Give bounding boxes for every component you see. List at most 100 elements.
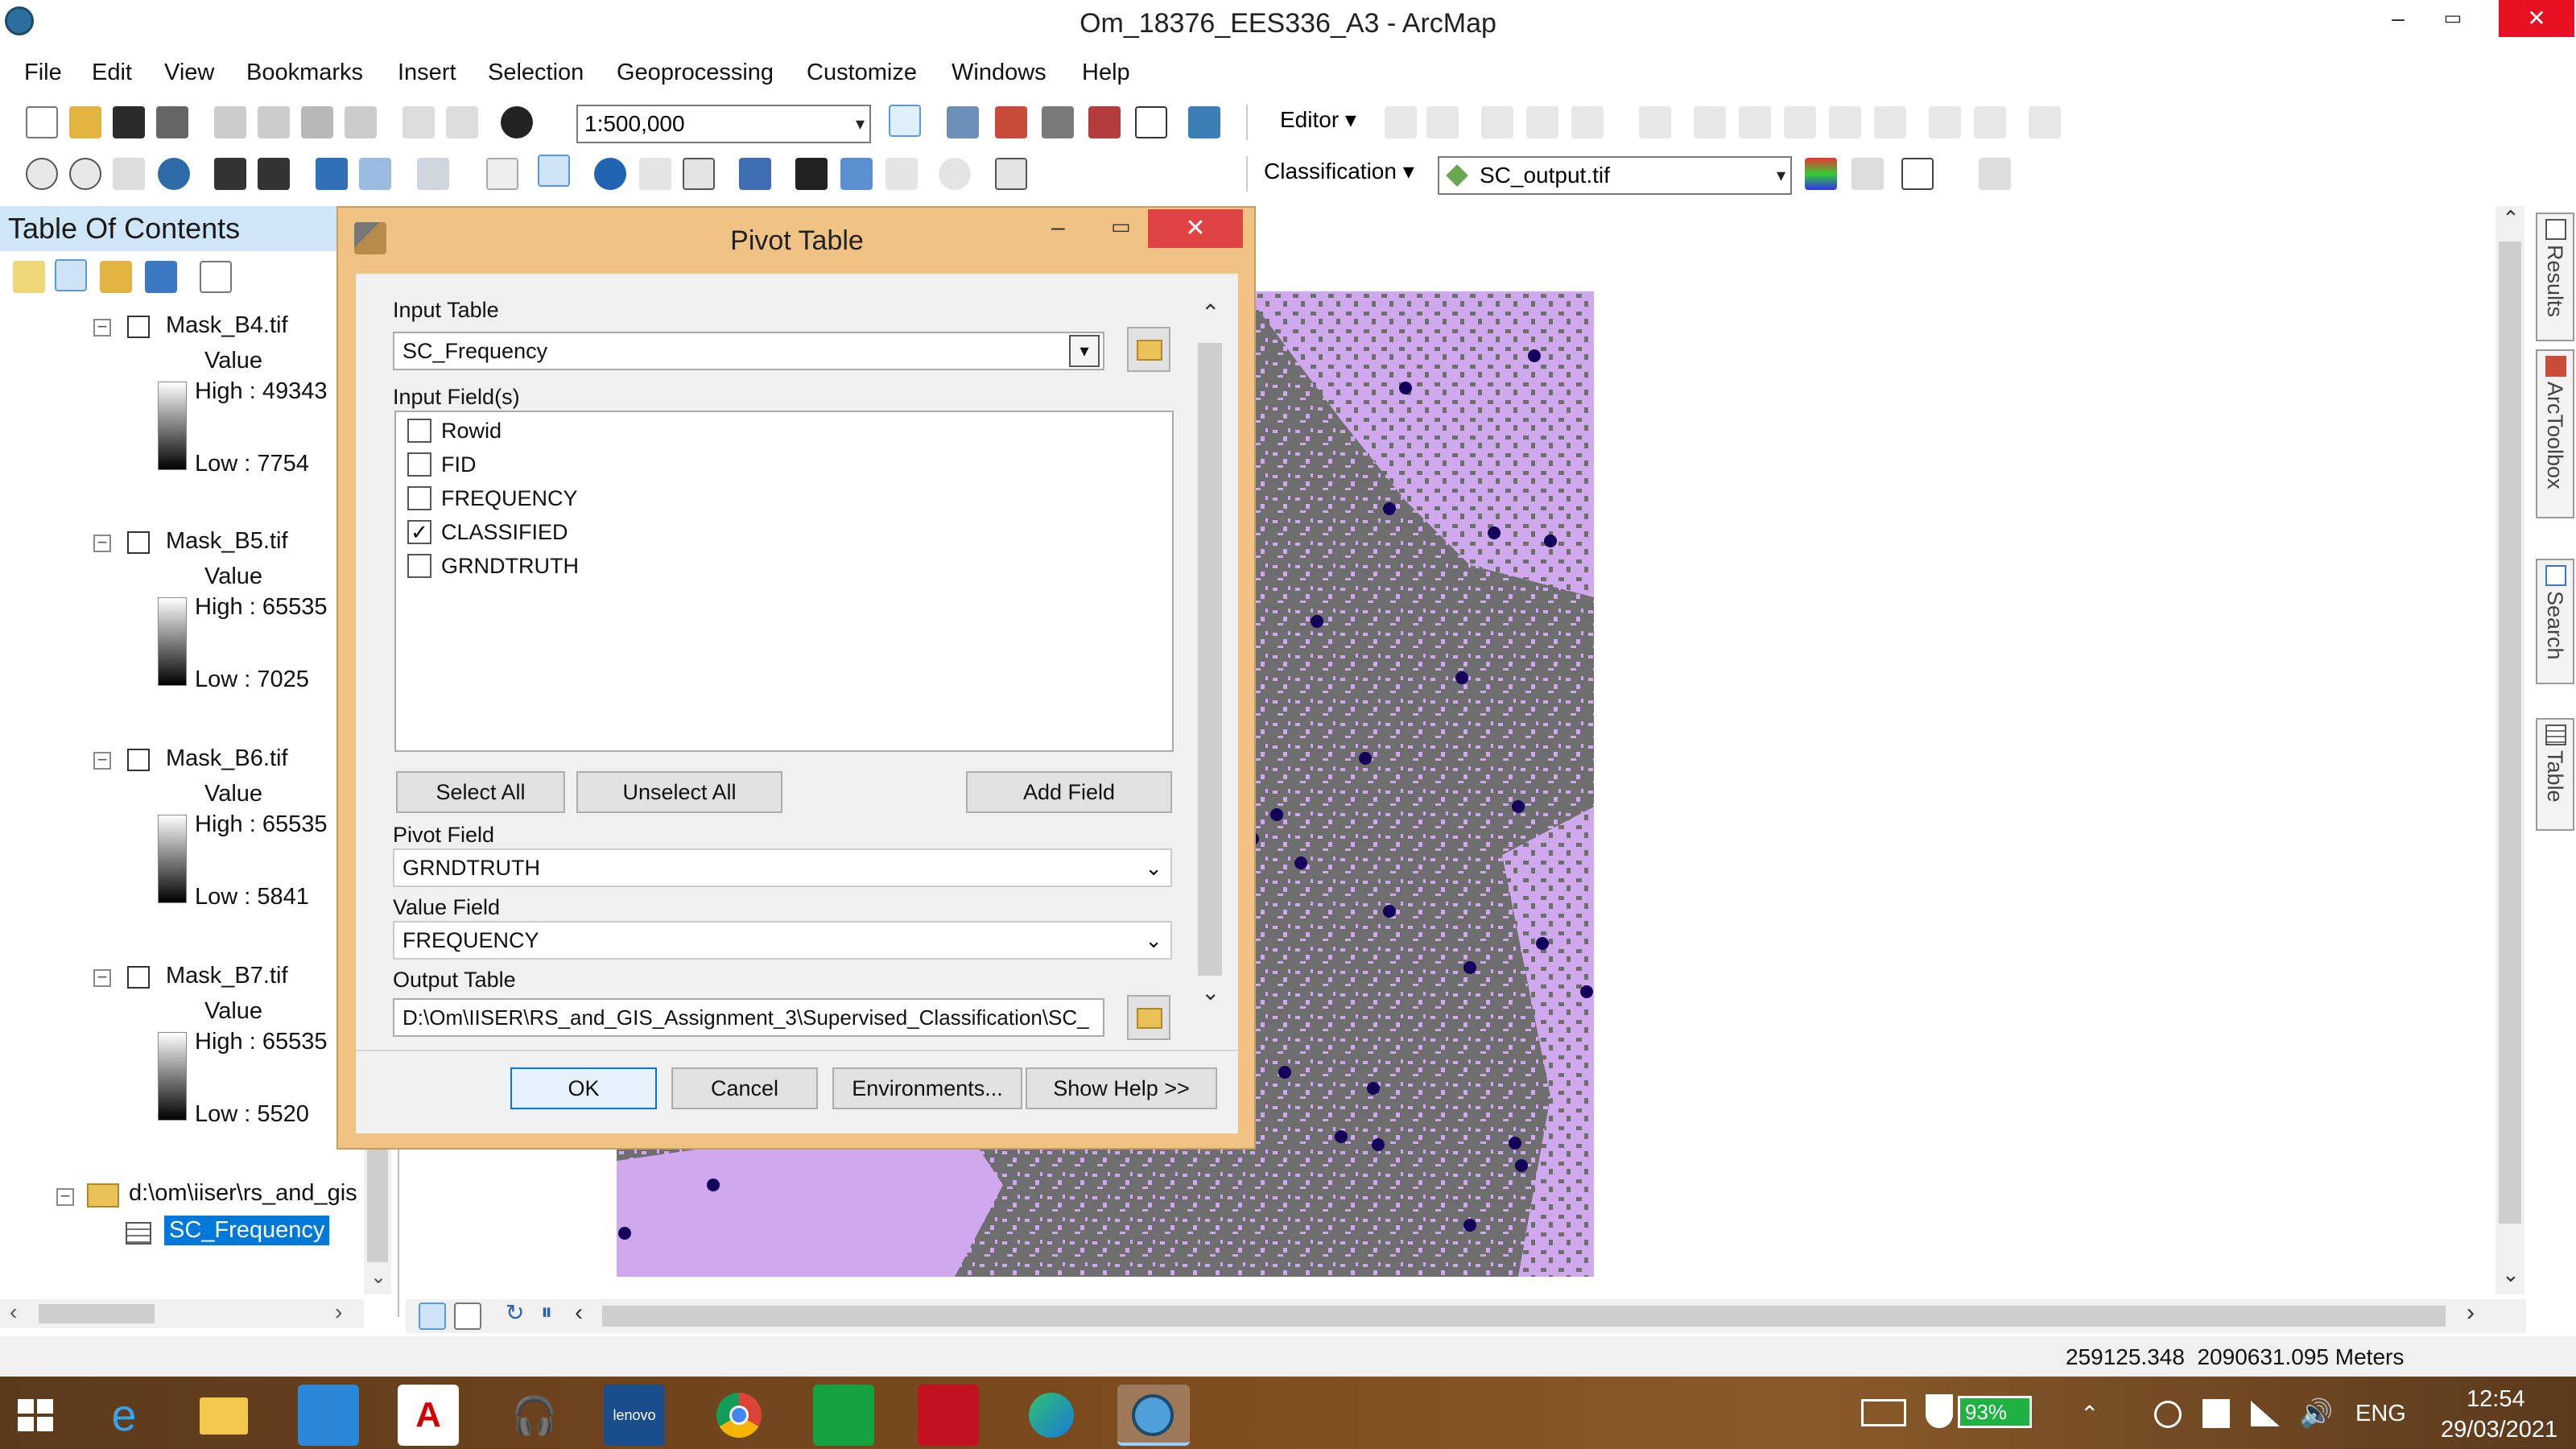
chevron-up-icon[interactable]: ⌃ [1201,299,1220,326]
wifi-signal-icon[interactable] [2251,1401,2280,1426]
toc-horizontal-scrollbar[interactable]: ‹ › [0,1299,364,1328]
zoom-in-icon[interactable] [26,158,58,190]
rotate-icon[interactable] [1874,106,1906,138]
time-slider-icon[interactable] [939,158,971,190]
layer-name[interactable]: Mask_B5.tif [166,528,288,555]
dialog-minimize-button[interactable]: – [1051,214,1065,242]
clock-time[interactable]: 12:54 [2467,1386,2525,1413]
menu-bookmarks[interactable]: Bookmarks [246,53,363,92]
pivot-field-select[interactable]: GRNDTRUTH ⌄ [393,848,1172,887]
list-by-drawing-order-icon[interactable] [13,261,45,293]
field-checkbox-rowid[interactable] [407,419,431,443]
list-by-visibility-icon[interactable] [100,261,132,293]
sketch-tool-icon[interactable] [1188,106,1220,138]
chevron-left-icon[interactable]: ‹ [575,1299,583,1327]
map-vscroll-thumb[interactable] [2499,242,2521,1224]
training-sample-manager-icon[interactable] [1805,158,1837,190]
chevron-left-icon[interactable]: ‹ [10,1299,17,1325]
results-tab[interactable]: Results [2536,213,2574,341]
pan-icon[interactable] [113,158,145,190]
clear-selection-icon[interactable] [486,158,518,190]
3d-viewer-icon[interactable] [918,1385,979,1446]
layout-page-icon[interactable] [454,1302,481,1330]
map-hscroll-thumb[interactable] [602,1306,2446,1327]
table-tab[interactable]: Table [2536,718,2574,831]
chevron-right-icon[interactable]: › [2467,1299,2475,1327]
model-builder-icon[interactable] [1088,106,1121,138]
chevron-right-icon[interactable]: › [335,1299,342,1325]
speaker-icon[interactable]: 🔊 [2299,1397,2333,1430]
list-by-source-icon[interactable] [55,259,87,291]
go-to-xy-icon[interactable] [886,158,918,190]
create-viewer-window-icon[interactable] [995,158,1027,190]
edge-icon[interactable] [1021,1385,1082,1446]
restore-button[interactable]: ▭ [2415,0,2491,37]
lenovo-icon[interactable]: lenovo [604,1385,665,1446]
attributes-icon[interactable] [1929,106,1961,138]
find-route-icon[interactable] [840,158,873,190]
menu-file[interactable]: File [24,53,62,92]
point-icon[interactable] [1639,106,1671,138]
edit-vertices-icon[interactable] [1694,106,1726,138]
layer-visibility-checkbox[interactable] [127,316,150,338]
paste-icon[interactable] [301,106,333,138]
open-folder-icon[interactable] [69,106,101,138]
full-extent-icon[interactable] [158,158,190,190]
refresh-icon[interactable]: ↻ [506,1299,524,1326]
cut-polygons-icon[interactable] [1784,106,1816,138]
collapse-icon[interactable]: − [93,534,111,552]
chevron-down-icon[interactable]: ⌄ [2502,1262,2520,1287]
layer-visibility-checkbox[interactable] [127,966,150,989]
windows-start-icon[interactable] [5,1385,66,1446]
hyperlink-icon[interactable] [639,158,671,190]
split-icon[interactable] [1829,106,1861,138]
options-icon[interactable] [200,261,232,293]
field-checkbox-frequency[interactable] [407,486,431,510]
environments-button[interactable]: Environments... [832,1067,1022,1109]
dialog-scroll-thumb[interactable] [1198,343,1222,976]
input-language[interactable]: ENG [2355,1401,2406,1427]
workspace-folder[interactable]: d:\om\iiser\rs_and_gis [129,1180,357,1207]
fixed-zoom-out-icon[interactable] [258,158,290,190]
table-item-sc-frequency[interactable]: SC_Frequency [164,1216,330,1245]
classification-layer-select[interactable]: SC_output.tif ▾ [1438,156,1792,195]
classification-menu[interactable]: Classification ▾ [1264,158,1414,184]
ok-button[interactable]: OK [510,1067,657,1109]
new-document-icon[interactable] [26,106,58,138]
chevron-down-icon[interactable]: ⌄ [370,1265,386,1289]
browse-folder-icon[interactable] [1127,327,1170,372]
delete-icon[interactable] [345,106,377,138]
vpn-icon[interactable] [2154,1401,2182,1428]
layer-name[interactable]: Mask_B7.tif [166,963,288,989]
clear-training-icon[interactable] [1979,158,2011,190]
add-field-button[interactable]: Add Field [966,771,1172,813]
identify-icon[interactable] [594,158,626,190]
straight-segment-icon[interactable] [1481,106,1513,138]
menu-geoprocessing[interactable]: Geoprocessing [617,53,774,92]
editor-toolbar-icon[interactable] [889,105,921,137]
endpoint-arc-icon[interactable] [1526,106,1558,138]
layer-name[interactable]: Mask_B4.tif [166,312,288,339]
arctoolbox-tab[interactable]: ArcToolbox [2536,349,2574,518]
arctoolbox-icon[interactable] [995,106,1027,138]
editor-menu[interactable]: Editor ▾ [1280,106,1356,133]
headphones-icon[interactable]: 🎧 [504,1385,565,1446]
create-features-icon[interactable] [2029,106,2061,138]
layer-visibility-checkbox[interactable] [127,531,150,554]
mail-icon[interactable] [298,1385,359,1446]
chrome-icon[interactable] [708,1385,770,1446]
map-scale-select[interactable]: 1:500,000 ▾ [576,105,871,143]
find-icon[interactable] [795,158,828,190]
input-table-select[interactable]: SC_Frequency ▾ [393,332,1104,370]
copy-icon[interactable] [258,106,290,138]
layer-visibility-checkbox[interactable] [127,749,150,771]
search-tab[interactable]: Search [2536,559,2574,684]
dialog-close-button[interactable]: ✕ [1148,209,1243,248]
menu-selection[interactable]: Selection [488,53,584,92]
menu-windows[interactable]: Windows [952,53,1046,92]
cancel-button[interactable]: Cancel [671,1067,818,1109]
layout-view-icon[interactable] [1135,106,1167,138]
internet-explorer-icon[interactable]: e [93,1385,155,1446]
collapse-icon[interactable]: − [93,968,111,987]
pause-icon[interactable]: ⏸ [541,1299,552,1326]
